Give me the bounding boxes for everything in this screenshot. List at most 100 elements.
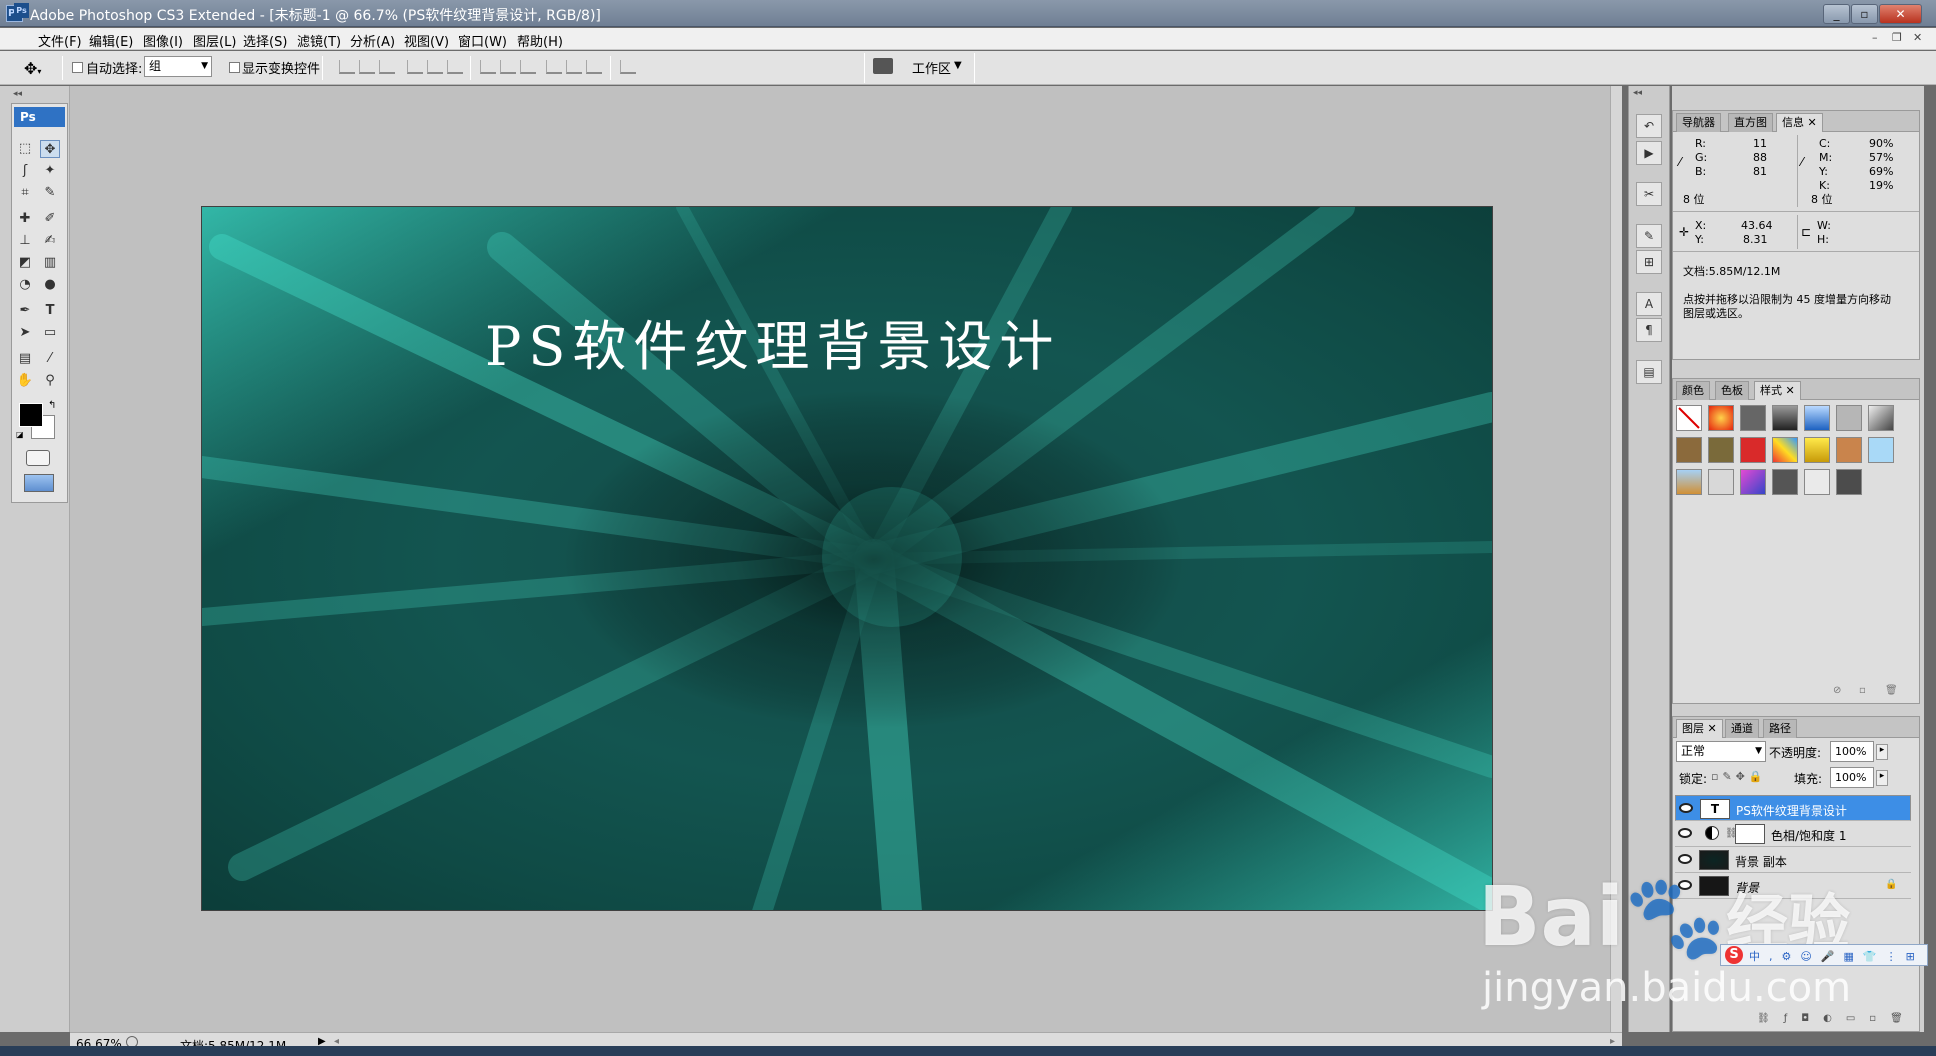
style-swatch[interactable] (1836, 405, 1862, 431)
tool-presets-icon[interactable]: ✂ (1636, 182, 1662, 206)
hand-tool-icon[interactable]: ✋ (15, 372, 35, 390)
style-swatch[interactable] (1772, 437, 1798, 463)
crop-tool-icon[interactable]: ⌗ (15, 184, 35, 202)
style-swatch[interactable] (1676, 437, 1702, 463)
tab-histogram[interactable]: 直方图 (1728, 113, 1773, 132)
screen-mode-icon[interactable] (24, 474, 54, 492)
tab-channels[interactable]: 通道 (1725, 719, 1759, 738)
default-colors-icon[interactable]: ◪ (16, 430, 24, 439)
visibility-eye-icon[interactable] (1679, 803, 1693, 813)
lasso-tool-icon[interactable]: ʃ (15, 162, 35, 180)
distribute-hcenter-icon[interactable] (566, 60, 582, 74)
sogou-ime-icon[interactable]: S (1725, 946, 1743, 964)
auto-align-icon[interactable] (620, 60, 636, 74)
tab-info[interactable]: 信息 ✕ (1776, 113, 1823, 132)
history-panel-icon[interactable]: ↶ (1636, 114, 1662, 138)
workspace-chevron-icon[interactable]: ▼ (954, 60, 962, 71)
doc-close-icon[interactable]: ✕ (1913, 31, 1922, 44)
delete-style-icon[interactable]: 🗑 (1885, 685, 1898, 696)
maximize-icon[interactable]: ▫ (1851, 4, 1878, 24)
blend-mode-dropdown[interactable]: 正常 ▼ (1676, 741, 1766, 762)
eraser-tool-icon[interactable]: ◩ (15, 254, 35, 272)
type-tool-icon[interactable]: T (40, 302, 60, 320)
dodge-tool-icon[interactable]: ● (40, 276, 60, 294)
distribute-bottom-icon[interactable] (520, 60, 536, 74)
align-top-icon[interactable] (339, 60, 355, 74)
gradient-tool-icon[interactable]: ▥ (40, 254, 60, 272)
move-tool-icon[interactable]: ✥▾ (24, 59, 41, 78)
slice-tool-icon[interactable]: ✎ (40, 184, 60, 202)
visibility-eye-icon[interactable] (1678, 828, 1692, 838)
workspace-label[interactable]: 工作区 (912, 58, 951, 77)
pen-tool-icon[interactable]: ✒ (15, 302, 35, 320)
menu-edit[interactable]: 编辑(E) (89, 31, 133, 50)
menu-window[interactable]: 窗口(W) (458, 31, 507, 50)
style-swatch[interactable] (1804, 437, 1830, 463)
show-transform-checkbox[interactable] (229, 62, 240, 73)
lock-icons[interactable]: ▫✎✥🔒 (1711, 770, 1767, 783)
menu-layer[interactable]: 图层(L) (193, 31, 236, 50)
zoom-tool-icon[interactable]: ⚲ (40, 372, 60, 390)
style-swatch[interactable] (1708, 405, 1734, 431)
style-swatch[interactable] (1740, 405, 1766, 431)
style-swatch[interactable] (1708, 437, 1734, 463)
auto-select-checkbox[interactable] (72, 62, 83, 73)
style-swatch[interactable] (1836, 469, 1862, 495)
layers-bottom-icons[interactable]: ⛓ƒ◘◐▭▫🗑 (1757, 1013, 1917, 1024)
menu-image[interactable]: 图像(I) (143, 31, 183, 50)
style-swatch[interactable] (1836, 437, 1862, 463)
close-icon[interactable]: ✕ (1879, 4, 1922, 24)
align-bottom-icon[interactable] (379, 60, 395, 74)
swap-colors-icon[interactable]: ↰ (48, 400, 56, 411)
fill-arrow-icon[interactable]: ▸ (1876, 770, 1888, 786)
doc-restore-icon[interactable]: ❐ (1892, 31, 1902, 44)
tab-swatches[interactable]: 色板 (1715, 381, 1749, 400)
tab-styles[interactable]: 样式 ✕ (1754, 381, 1801, 400)
tab-layers[interactable]: 图层 ✕ (1676, 719, 1723, 738)
style-swatch[interactable] (1676, 469, 1702, 495)
brushes-panel-icon[interactable]: ✎ (1636, 224, 1662, 248)
layer-comps-icon[interactable]: ▤ (1636, 360, 1662, 384)
clear-style-icon[interactable]: ⊘ (1833, 685, 1841, 696)
visibility-eye-icon[interactable] (1678, 854, 1692, 864)
menu-help[interactable]: 帮助(H) (517, 31, 563, 50)
style-swatch[interactable] (1868, 405, 1894, 431)
canvas[interactable]: PS软件纹理背景设计 (201, 206, 1493, 911)
clone-source-icon[interactable]: ⊞ (1636, 250, 1662, 274)
tab-paths[interactable]: 路径 (1763, 719, 1797, 738)
menu-analysis[interactable]: 分析(A) (350, 31, 395, 50)
document-icon[interactable]: Ps (14, 3, 29, 18)
new-style-icon[interactable]: ▫ (1859, 685, 1866, 696)
style-swatch[interactable] (1740, 469, 1766, 495)
expand-icon[interactable]: ◂◂ (1633, 88, 1642, 98)
brush-tool-icon[interactable]: ✐ (40, 210, 60, 228)
canvas-title-text[interactable]: PS软件纹理背景设计 (485, 302, 1060, 381)
move-tool-icon[interactable]: ✥ (40, 140, 60, 158)
distribute-vcenter-icon[interactable] (500, 60, 516, 74)
style-swatch[interactable] (1772, 405, 1798, 431)
style-swatch[interactable] (1868, 437, 1894, 463)
foreground-color-swatch[interactable] (19, 403, 43, 427)
ime-buttons[interactable]: 中,⚙☺🎤▦👕⋮⊞ (1749, 948, 1924, 964)
doc-minimize-icon[interactable]: – (1872, 31, 1878, 44)
eyedropper-icon[interactable]: ⁄ (40, 350, 60, 368)
opacity-arrow-icon[interactable]: ▸ (1876, 744, 1888, 760)
style-swatch[interactable] (1708, 469, 1734, 495)
menu-view[interactable]: 视图(V) (404, 31, 449, 50)
quick-mask-icon[interactable] (26, 450, 50, 466)
clone-stamp-icon[interactable]: ⊥ (15, 232, 35, 250)
bridge-icon[interactable] (873, 58, 893, 74)
blur-tool-icon[interactable]: ◔ (15, 276, 35, 294)
distribute-right-icon[interactable] (586, 60, 602, 74)
notes-tool-icon[interactable]: ▤ (15, 350, 35, 368)
menu-file[interactable]: 文件(F) (38, 31, 82, 50)
align-hcenter-icon[interactable] (427, 60, 443, 74)
collapse-icon[interactable]: ◂◂ (13, 89, 22, 99)
marquee-tool-icon[interactable]: ⬚ (15, 140, 35, 158)
auto-select-dropdown[interactable]: 组 ▼ (144, 56, 212, 77)
opacity-input[interactable]: 100% (1830, 741, 1874, 762)
paragraph-panel-icon[interactable]: ¶ (1636, 318, 1662, 342)
actions-panel-icon[interactable]: ▶ (1636, 141, 1662, 165)
distribute-left-icon[interactable] (546, 60, 562, 74)
layer-row-adjustment[interactable]: ⛓ 色相/饱和度 1 (1675, 821, 1911, 847)
